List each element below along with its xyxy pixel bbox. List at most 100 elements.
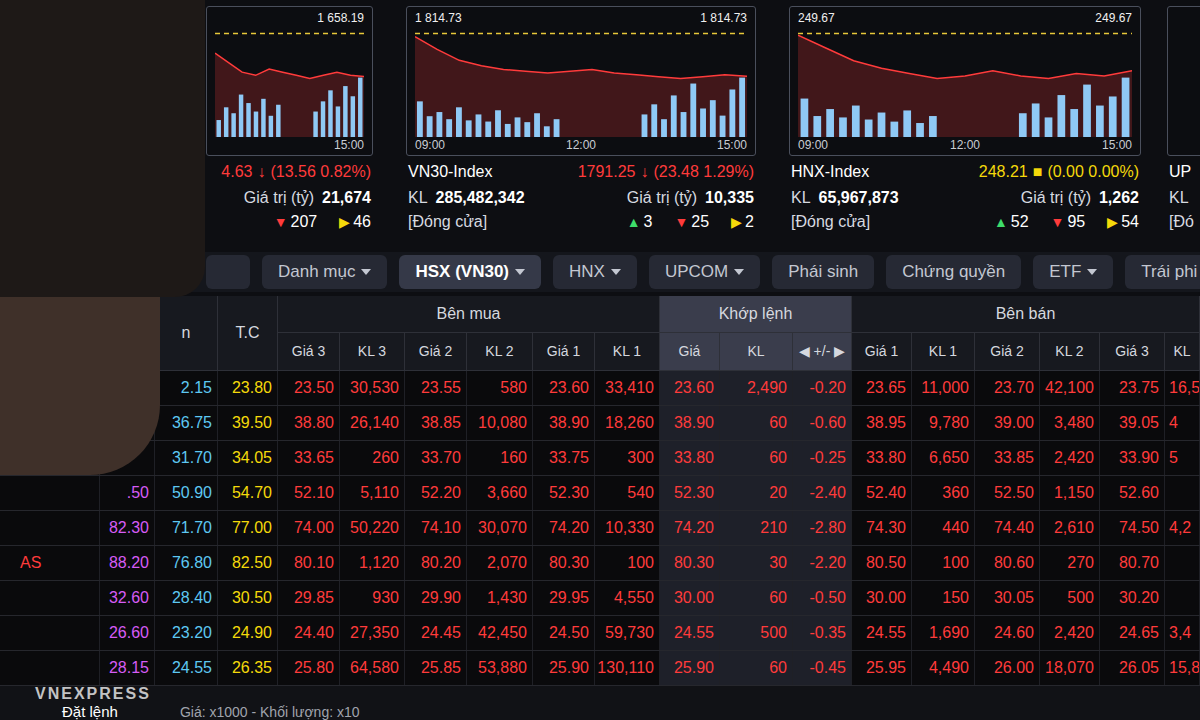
cell-value: 71.70 <box>172 516 212 540</box>
cell-value: 3,660 <box>487 481 527 505</box>
index-card[interactable]: UPKL[Đó <box>1167 6 1200 234</box>
table-cell: .50 <box>100 476 155 510</box>
cell-value: 210 <box>760 516 787 540</box>
cell-value: 60 <box>769 586 787 610</box>
column-header: KL 2 <box>1040 333 1100 370</box>
order-button[interactable]: Đặt lệnh <box>62 703 118 720</box>
table-cell: 29.85 <box>278 581 340 615</box>
cell-value: 33.85 <box>994 446 1034 470</box>
cell-value: 3,480 <box>1054 411 1094 435</box>
cell-value: 28.15 <box>109 656 149 680</box>
index-card[interactable]: 1 658.1915:004.63↓(13.56 0.82%)Giá trị (… <box>206 6 373 234</box>
table-cell: 24.45 <box>405 616 467 650</box>
turnover-value: 10,335 <box>705 188 754 208</box>
column-header: T.C <box>218 296 278 370</box>
cell-value: 25.95 <box>866 656 906 680</box>
cell-value: 30.20 <box>1119 586 1159 610</box>
table-cell: 36.75 <box>155 406 218 440</box>
volume-bar <box>321 101 325 137</box>
index-card[interactable]: 249.67249.6709:0012:0015:00HNX-Index248.… <box>789 6 1141 234</box>
cell-value: 1,690 <box>929 621 969 645</box>
table-cell: 440 <box>912 511 975 545</box>
stock-row[interactable]: AS88.2076.8082.5080.101,12080.202,07080.… <box>0 546 1200 581</box>
reference-line <box>415 33 747 35</box>
table-cell: 52.30 <box>533 476 595 510</box>
market-tab[interactable]: Danh mục <box>262 255 387 289</box>
stock-row[interactable]: 26.6023.2024.9024.4027,35024.4542,45024.… <box>0 616 1200 651</box>
market-tab[interactable]: ETF <box>1033 255 1113 289</box>
table-cell: 2,070 <box>467 546 533 580</box>
table-cell: 80.70 <box>1100 546 1165 580</box>
turnover-group: Giá trị (tỷ)1,262 <box>1021 188 1139 208</box>
time-tick: 12:00 <box>566 137 596 155</box>
table-cell: 24.60 <box>975 616 1040 650</box>
column-header: KL 1 <box>595 333 660 370</box>
market-tab[interactable]: HSX (VN30) <box>399 255 541 289</box>
index-title-row: VN30-Index1791.25↓(23.48 1.29%) <box>406 156 756 182</box>
caret-shape <box>1087 269 1097 275</box>
table-cell: 74.20 <box>660 511 720 545</box>
index-card[interactable]: 1 814.731 814.7309:0012:0015:00VN30-Inde… <box>406 6 756 234</box>
cell-value: 16,5 <box>1169 376 1200 400</box>
volume-bar <box>720 116 726 137</box>
volume-bar <box>942 136 950 137</box>
cell-value: 74.20 <box>674 516 714 540</box>
index-chart <box>798 29 1132 137</box>
volume-bar <box>642 114 648 137</box>
session-status: [Đó <box>1169 212 1194 232</box>
table-cell: 33.80 <box>852 441 912 475</box>
stock-row[interactable]: 32.6028.4030.5029.8593029.901,43029.954,… <box>0 581 1200 616</box>
cell-value: 26.60 <box>109 621 149 645</box>
cell-value: 25.90 <box>549 656 589 680</box>
cell-value: 38.80 <box>294 411 334 435</box>
change-arrow-icon: ■ <box>1033 162 1043 182</box>
chart-box <box>1167 6 1200 156</box>
table-cell: 74.30 <box>852 511 912 545</box>
market-tab[interactable]: Phái sinh <box>772 255 874 289</box>
volume-bar <box>1096 106 1104 137</box>
table-cell: 3,4 <box>1165 616 1200 650</box>
table-cell: 270 <box>1040 546 1100 580</box>
cell-value: 26.05 <box>1119 656 1159 680</box>
stock-row[interactable]: 28.1524.5526.3525.8064,58025.8553,88025.… <box>0 651 1200 686</box>
stock-row[interactable]: 2.1523.8023.5030,53023.5558023.6033,4102… <box>0 371 1200 406</box>
market-tab[interactable]: HNX <box>553 255 637 289</box>
volume-bar <box>476 114 482 137</box>
table-cell: 2,610 <box>1040 511 1100 545</box>
cell-value: 23.50 <box>294 376 334 400</box>
cell-value: 24.60 <box>994 621 1034 645</box>
stock-row[interactable]: 82.3071.7077.0074.0050,22074.1030,07074.… <box>0 511 1200 546</box>
time-tick: 12:00 <box>950 137 980 155</box>
chart-ref-labels: 249.67249.67 <box>790 7 1140 29</box>
table-cell: 260 <box>340 441 405 475</box>
index-chart <box>1176 29 1200 137</box>
index-name: UP <box>1169 162 1191 182</box>
table-cell: 38.90 <box>533 406 595 440</box>
cell-value: -2.80 <box>810 516 846 540</box>
market-tab[interactable]: UPCOM <box>649 255 760 289</box>
cell-value: 4 <box>1169 411 1178 435</box>
stock-row[interactable]: .5050.9054.7052.105,11052.203,66052.3054… <box>0 476 1200 511</box>
cell-value: 23.75 <box>1119 376 1159 400</box>
cell-value: 160 <box>500 446 527 470</box>
cell-value: 2,490 <box>747 376 787 400</box>
table-cell: 30,530 <box>340 371 405 405</box>
index-breadth-row: [Đó <box>1167 208 1200 234</box>
stock-row[interactable]: 36.7539.5038.8026,14038.8510,08038.9018,… <box>0 406 1200 441</box>
table-cell: -2.40 <box>793 476 852 510</box>
cell-value: 20 <box>769 481 787 505</box>
index-line <box>215 53 364 78</box>
market-tab[interactable]: Chứng quyền <box>886 255 1021 289</box>
volume-bar <box>313 112 317 137</box>
table-cell: 53,880 <box>467 651 533 685</box>
cell-value: 33.65 <box>294 446 334 470</box>
table-cell: 4,550 <box>595 581 660 615</box>
cell-value: 39.50 <box>232 411 272 435</box>
cell-value: 36.75 <box>172 411 212 435</box>
group-label: Bên mua <box>436 302 500 326</box>
table-cell: -0.45 <box>793 651 852 685</box>
cell-value: 38.95 <box>866 411 906 435</box>
market-tab[interactable]: Trái phi <box>1125 255 1200 289</box>
table-cell: 29.95 <box>533 581 595 615</box>
stock-row[interactable]: 31.7034.0533.6526033.7016033.7530033.806… <box>0 441 1200 476</box>
